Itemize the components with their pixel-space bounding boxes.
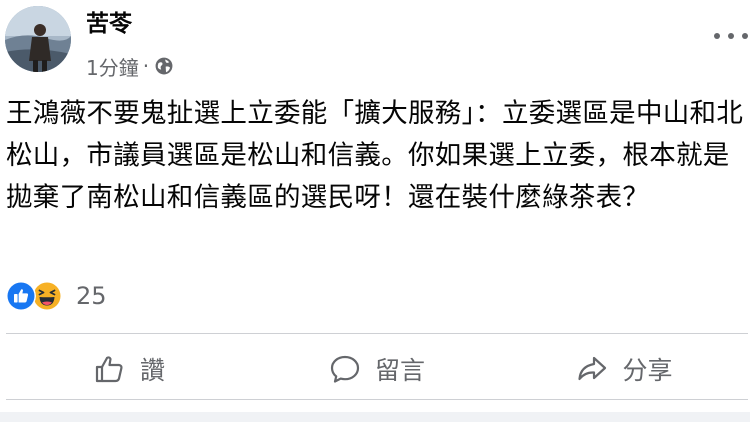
haha-reaction-icon: [32, 281, 62, 311]
meta-separator: ·: [142, 54, 150, 78]
more-dot: [742, 33, 748, 39]
like-reaction-icon: [6, 281, 36, 311]
share-button-label: 分享: [622, 356, 673, 385]
feed-background-strip: [0, 412, 750, 422]
author-avatar[interactable]: [5, 6, 71, 72]
reaction-summary[interactable]: 25: [6, 281, 107, 311]
reaction-count[interactable]: 25: [76, 282, 107, 310]
share-arrow-icon: [578, 356, 607, 381]
like-button-label: 讚: [139, 356, 165, 385]
comment-button[interactable]: 留言: [254, 342, 501, 396]
post-action-bar: 讚 留言 分享: [6, 340, 748, 398]
actions-bottom-divider: [6, 399, 748, 400]
avatar-photo: [5, 6, 71, 72]
author-name[interactable]: 苦苓: [86, 4, 132, 38]
globe-icon[interactable]: [155, 57, 173, 75]
comment-button-label: 留言: [374, 356, 425, 385]
actions-top-divider: [6, 333, 748, 334]
like-button[interactable]: 讚: [6, 342, 253, 396]
more-options-icon[interactable]: [714, 30, 748, 42]
post-timestamp[interactable]: 1分鐘: [86, 52, 139, 81]
more-dot: [714, 33, 720, 39]
more-dot: [728, 33, 734, 39]
comment-bubble-icon: [330, 355, 360, 383]
post-body-text: 王鴻薇不要鬼扯選上立委能「擴大服務」：立委選區是中山和北松山，市議員選區是松山和…: [6, 98, 744, 213]
thumbs-up-icon: [95, 356, 123, 383]
post-meta: 1分鐘 ·: [86, 52, 173, 80]
share-button[interactable]: 分享: [501, 342, 748, 396]
